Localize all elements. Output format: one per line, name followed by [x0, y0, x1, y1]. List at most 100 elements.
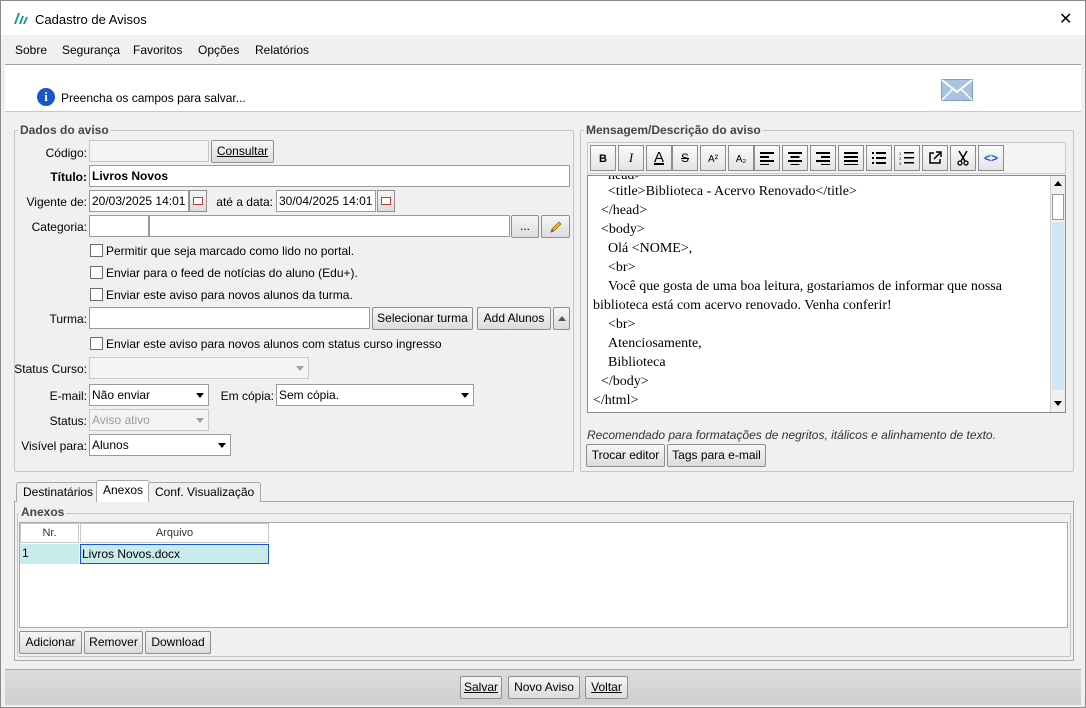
italic-button[interactable]: I	[618, 145, 644, 171]
row-arquivo: Livros Novos.docx	[80, 544, 269, 564]
code-line: Olá <NOME>,	[608, 241, 693, 256]
titulo-input[interactable]: Livros Novos	[89, 165, 570, 187]
salvar-label: Salvar	[463, 680, 498, 694]
codigo-input[interactable]	[89, 140, 209, 162]
novo-aviso-button[interactable]: Novo Aviso	[508, 676, 580, 699]
portal-checkbox[interactable]	[90, 244, 103, 257]
code-line: Atenciosamente,	[608, 336, 702, 351]
trocar-editor-button[interactable]: Trocar editor	[586, 444, 665, 467]
strikethrough-button[interactable]: S	[672, 145, 698, 171]
categoria-browse-button[interactable]: ...	[511, 215, 539, 238]
code-line: <title>Biblioteca - Acervo Renovado</tit…	[608, 184, 857, 199]
ingresso-checkbox[interactable]	[90, 337, 103, 350]
chevron-down-icon	[296, 366, 304, 371]
calendar-icon[interactable]	[377, 190, 395, 212]
bullet-list-button[interactable]	[866, 145, 892, 171]
dados-group-title: Dados do aviso	[18, 123, 111, 137]
copia-label: Em cópia:	[220, 389, 274, 403]
justify-button[interactable]	[838, 145, 864, 171]
menu-sobre[interactable]: Sobre	[15, 43, 47, 57]
font-color-icon: A	[653, 149, 664, 166]
menu-relatorios[interactable]: Relatórios	[255, 43, 309, 57]
bold-button[interactable]: B	[590, 145, 616, 171]
superscript-button[interactable]: A²	[700, 145, 726, 171]
window-title: Cadastro de Avisos	[35, 12, 147, 27]
scroll-down-icon[interactable]	[1054, 401, 1062, 406]
anexos-group-title: Anexos	[19, 505, 67, 519]
chevron-down-icon	[461, 393, 469, 398]
editor-scrollbar[interactable]	[1050, 176, 1065, 412]
column-header-nr[interactable]: Nr.	[20, 523, 79, 543]
subscript-button[interactable]: A₂	[728, 145, 754, 171]
align-left-button[interactable]	[754, 145, 780, 171]
editor-hint: Recomendado para formatações de negritos…	[587, 428, 996, 442]
categoria-label: Categoria:	[31, 220, 87, 234]
turma-label: Turma:	[49, 312, 87, 326]
source-code-button[interactable]: <>	[978, 145, 1004, 171]
salvar-button[interactable]: Salvar	[460, 676, 502, 699]
align-center-icon	[788, 152, 802, 165]
font-color-button[interactable]: A	[646, 145, 672, 171]
tab-anexos[interactable]: Anexos	[96, 480, 151, 502]
vigente-input[interactable]: 20/03/2025 14:01	[89, 190, 189, 212]
code-line: Biblioteca	[608, 355, 666, 370]
code-line: </html>	[593, 393, 639, 408]
visivel-label: Visível para:	[21, 439, 87, 453]
menu-favoritos[interactable]: Favoritos	[133, 43, 182, 57]
feed-checkbox[interactable]	[90, 266, 103, 279]
external-link-button[interactable]	[922, 145, 948, 171]
tab-destinatarios[interactable]: Destinatários	[16, 482, 101, 502]
message-editor[interactable]: head> <title>Biblioteca - Acervo Renovad…	[587, 175, 1066, 413]
align-center-button[interactable]	[782, 145, 808, 171]
selecionar-turma-button[interactable]: Selecionar turma	[372, 307, 473, 330]
table-row[interactable]: 1 Livros Novos.docx	[20, 544, 269, 564]
copia-select[interactable]: Sem cópia.	[276, 384, 474, 406]
scissors-icon	[957, 150, 969, 166]
code-line: biblioteca está com acervo renovado. Ven…	[593, 298, 892, 313]
categoria-name-input[interactable]	[149, 215, 510, 237]
title-bar: Cadastro de Avisos ✕	[1, 1, 1085, 35]
menu-opcoes[interactable]: Opções	[198, 43, 239, 57]
justify-icon	[844, 152, 858, 165]
menu-seguranca[interactable]: Segurança	[62, 43, 120, 57]
email-label: E-mail:	[49, 389, 87, 403]
turma-input[interactable]	[89, 307, 370, 329]
add-alunos-button[interactable]: Add Alunos	[477, 307, 551, 330]
scroll-up-icon[interactable]	[1054, 181, 1062, 186]
portal-checkbox-label: Permitir que seja marcado como lido no p…	[106, 244, 355, 258]
chevron-down-icon	[196, 393, 204, 398]
remover-button[interactable]: Remover	[84, 631, 143, 654]
novos-turma-checkbox-label: Enviar este aviso para novos alunos da t…	[106, 288, 353, 302]
main-window: Cadastro de Avisos ✕ Sobre Segurança Fav…	[0, 0, 1086, 708]
app-logo-icon	[13, 11, 29, 25]
menu-bar: Sobre Segurança Favoritos Opções Relatór…	[1, 35, 1085, 63]
column-header-arquivo[interactable]: Arquivo	[80, 523, 269, 543]
voltar-button[interactable]: Voltar	[585, 676, 628, 699]
email-select[interactable]: Não enviar	[89, 384, 209, 406]
status-select[interactable]: Aviso ativo	[89, 409, 209, 431]
row-nr: 1	[20, 544, 79, 564]
visivel-value: Alunos	[92, 438, 129, 452]
align-right-button[interactable]	[810, 145, 836, 171]
numbered-list-button[interactable]: 123	[894, 145, 920, 171]
close-icon[interactable]: ✕	[1059, 9, 1072, 29]
tab-conf-visualizacao[interactable]: Conf. Visualização	[148, 482, 262, 502]
adicionar-button[interactable]: Adicionar	[19, 631, 82, 654]
svg-text:3: 3	[899, 161, 902, 165]
download-button[interactable]: Download	[145, 631, 211, 654]
categoria-code-input[interactable]	[89, 215, 149, 237]
calendar-icon[interactable]	[189, 190, 207, 212]
tags-email-button[interactable]: Tags para e-mail	[667, 444, 766, 467]
external-link-icon	[929, 151, 942, 164]
status-curso-select[interactable]	[89, 357, 309, 379]
superscript-icon: A²	[708, 154, 718, 165]
edit-pencil-icon[interactable]	[541, 215, 570, 238]
novos-turma-checkbox[interactable]	[90, 288, 103, 301]
cut-button[interactable]	[950, 145, 976, 171]
consultar-button[interactable]: Consultar	[211, 140, 274, 163]
ate-input[interactable]: 30/04/2025 14:01	[276, 190, 376, 212]
scroll-up-icon[interactable]	[553, 307, 570, 330]
scroll-thumb[interactable]	[1052, 194, 1064, 220]
visivel-select[interactable]: Alunos	[89, 434, 231, 456]
scroll-track	[1052, 222, 1064, 390]
